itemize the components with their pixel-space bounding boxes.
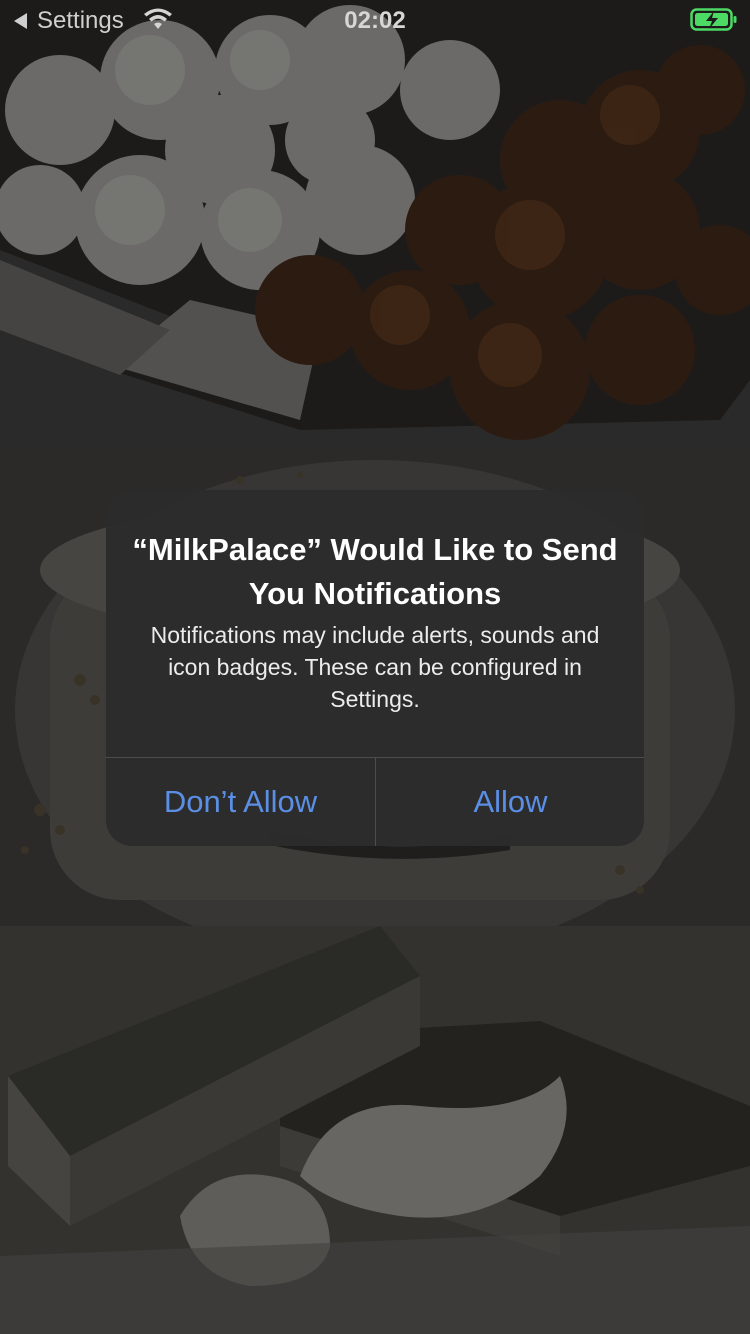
dont-allow-button[interactable]: Don’t Allow (106, 758, 375, 846)
notification-permission-alert: “MilkPalace” Would Like to Send You Noti… (106, 490, 644, 846)
status-bar: Settings 02:02 (0, 0, 750, 40)
alert-message: Notifications may include alerts, sounds… (150, 622, 600, 712)
battery-charging-icon (690, 8, 737, 31)
status-time: 02:02 (344, 7, 406, 34)
alert-title: “MilkPalace” Would Like to Send You Noti… (132, 532, 618, 611)
allow-button[interactable]: Allow (376, 758, 644, 846)
app-screen: Settings 02:02 “MilkPalace” Would Like t… (0, 0, 750, 1334)
